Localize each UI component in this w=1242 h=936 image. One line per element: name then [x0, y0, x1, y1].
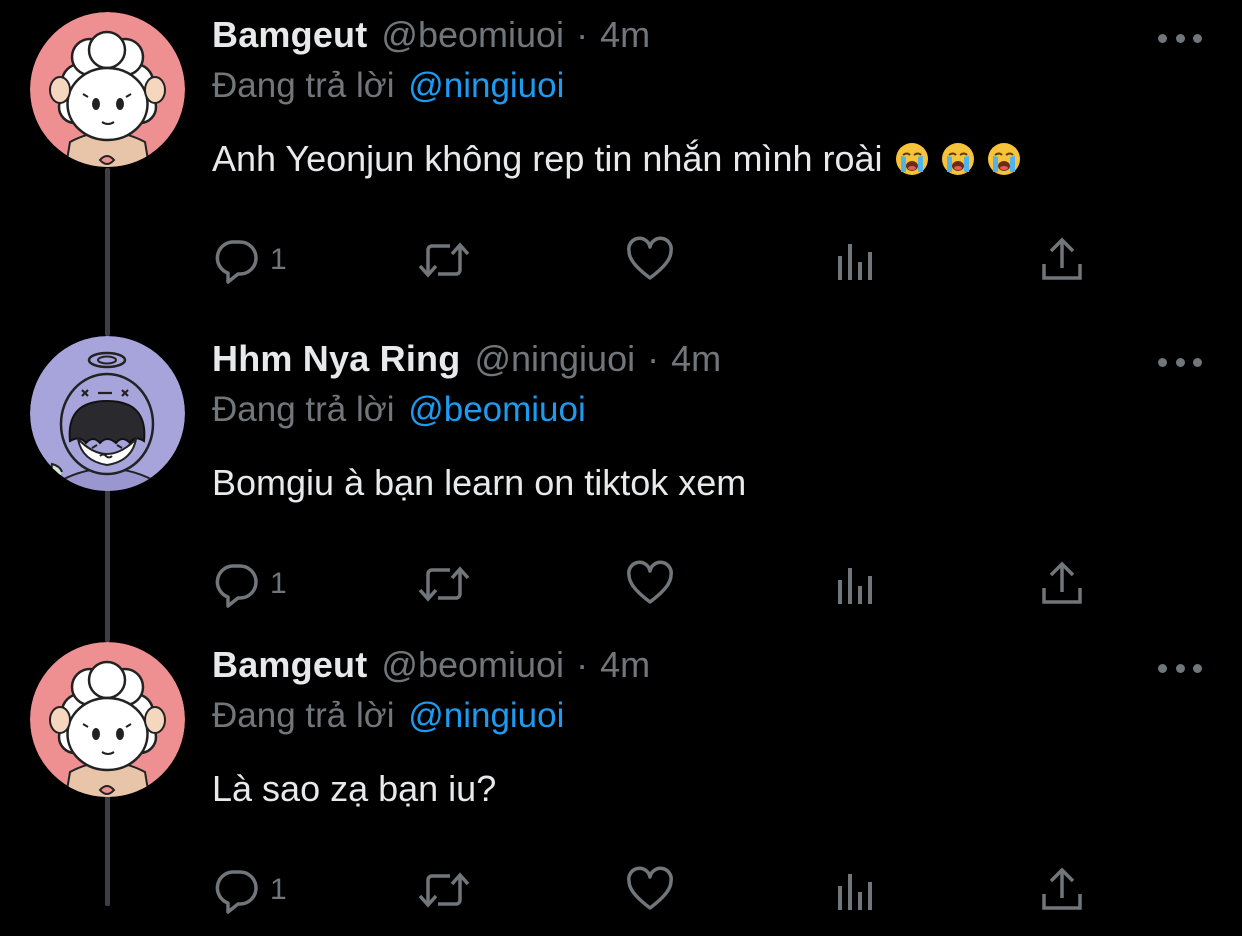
reply-count: 1	[270, 567, 287, 600]
mention-link[interactable]: @ningiuoi	[408, 696, 564, 735]
share-button[interactable]	[1040, 556, 1084, 612]
analytics-button[interactable]	[834, 232, 878, 288]
share-icon	[1042, 867, 1082, 910]
share-icon	[1042, 561, 1082, 604]
retweet-icon	[418, 566, 470, 602]
analytics-icon	[838, 568, 872, 604]
separator-dot: ·	[576, 644, 589, 685]
reply-icon	[215, 870, 258, 914]
reply-button[interactable]: 1	[212, 232, 287, 288]
like-button[interactable]	[626, 232, 674, 288]
tweet-header: Bamgeut @beomiuoi · 4m	[212, 14, 650, 64]
like-icon	[627, 560, 673, 604]
like-button[interactable]	[626, 556, 674, 612]
reply-count: 1	[270, 243, 287, 276]
tweet[interactable]: Hhm Nya Ring @ningiuoi · 4m Đang trả lời…	[0, 324, 1242, 630]
display-name[interactable]: Hhm Nya Ring	[212, 338, 460, 380]
replying-to-line: Đang trả lời @beomiuoi	[212, 390, 586, 430]
replying-to-line: Đang trả lời @ningiuoi	[212, 66, 564, 106]
replying-to-line: Đang trả lời @ningiuoi	[212, 696, 564, 736]
tweet-thread: Bamgeut @beomiuoi · 4m Đang trả lời @nin…	[0, 0, 1242, 914]
reply-count: 1	[270, 873, 287, 906]
retweet-button[interactable]	[416, 556, 472, 612]
analytics-icon	[838, 244, 872, 280]
loudly-crying-face-emoji	[895, 143, 928, 175]
reply-button[interactable]: 1	[212, 862, 287, 918]
replying-to-label: Đang trả lời	[212, 696, 395, 735]
tweet-text-container: Bomgiu à bạn learn on tiktok xem	[212, 462, 746, 504]
retweet-icon	[418, 242, 470, 278]
share-button[interactable]	[1040, 862, 1084, 918]
user-handle[interactable]: @beomiuoi	[381, 644, 564, 686]
loudly-crying-face-emoji	[987, 143, 1020, 175]
more-icon[interactable]	[1158, 26, 1202, 50]
separator-dot: ·	[647, 338, 660, 379]
user-handle[interactable]: @beomiuoi	[381, 14, 564, 56]
purple-angel-avatar	[30, 336, 185, 491]
replying-to-label: Đang trả lời	[212, 390, 395, 429]
timestamp[interactable]: 4m	[671, 338, 721, 380]
timestamp[interactable]: 4m	[600, 14, 650, 56]
share-icon	[1042, 237, 1082, 280]
loudly-crying-face-emoji	[941, 143, 974, 175]
tweet-header: Hhm Nya Ring @ningiuoi · 4m	[212, 338, 721, 388]
analytics-button[interactable]	[834, 862, 878, 918]
analytics-button[interactable]	[834, 556, 878, 612]
timestamp[interactable]: 4m	[600, 644, 650, 686]
tweet-actions: 1	[212, 862, 1112, 922]
retweet-button[interactable]	[416, 862, 472, 918]
tweet-header: Bamgeut @beomiuoi · 4m	[212, 644, 650, 694]
user-handle[interactable]: @ningiuoi	[474, 338, 635, 380]
reply-button[interactable]: 1	[212, 556, 287, 612]
analytics-icon	[838, 874, 872, 910]
reply-icon	[215, 240, 258, 284]
pink-lamb-avatar	[30, 642, 185, 797]
more-icon[interactable]	[1158, 350, 1202, 374]
tweet-actions: 1	[212, 556, 1112, 616]
tweet-text: Bomgiu à bạn learn on tiktok xem	[212, 462, 747, 503]
tweet-actions: 1	[212, 232, 1112, 292]
tweet[interactable]: Bamgeut @beomiuoi · 4m Đang trả lời @nin…	[0, 630, 1242, 936]
like-icon	[627, 236, 673, 280]
tweet-text: Là sao zạ bạn iu?	[212, 768, 497, 809]
tweet[interactable]: Bamgeut @beomiuoi · 4m Đang trả lời @nin…	[0, 0, 1242, 306]
share-button[interactable]	[1040, 232, 1084, 288]
display-name[interactable]: Bamgeut	[212, 14, 367, 56]
mention-link[interactable]: @ningiuoi	[408, 66, 564, 105]
pink-lamb-avatar	[30, 12, 185, 167]
tweet-text-container: Anh Yeonjun không rep tin nhắn mình roài	[212, 138, 1021, 180]
like-icon	[627, 866, 673, 910]
tweet-text-container: Là sao zạ bạn iu?	[212, 768, 496, 810]
tweet-text: Anh Yeonjun không rep tin nhắn mình roài	[212, 138, 883, 179]
retweet-button[interactable]	[416, 232, 472, 288]
avatar[interactable]	[30, 642, 185, 797]
retweet-icon	[418, 872, 470, 908]
avatar[interactable]	[30, 12, 185, 167]
display-name[interactable]: Bamgeut	[212, 644, 367, 686]
avatar[interactable]	[30, 336, 185, 491]
more-icon[interactable]	[1158, 656, 1202, 680]
replying-to-label: Đang trả lời	[212, 66, 395, 105]
mention-link[interactable]: @beomiuoi	[408, 390, 586, 429]
reply-icon	[215, 564, 258, 608]
separator-dot: ·	[576, 14, 589, 55]
like-button[interactable]	[626, 862, 674, 918]
